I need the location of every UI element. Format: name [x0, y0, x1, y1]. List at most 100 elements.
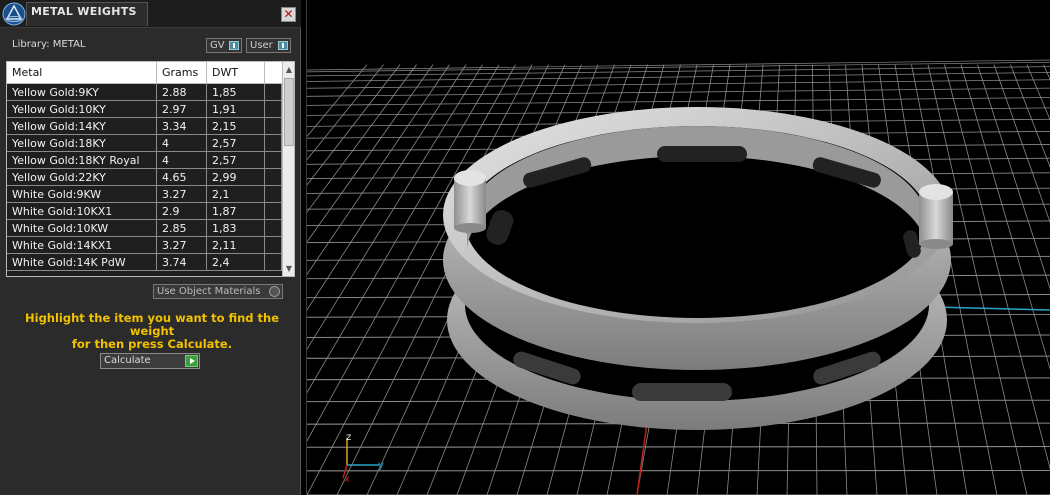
column-header-dwt[interactable]: DWT	[207, 62, 265, 84]
use-object-materials-radio-icon	[269, 286, 280, 297]
table-row[interactable]: White Gold:14K PdW 3.74 2,4	[7, 254, 282, 271]
cell-metal: Yellow Gold:10KY	[7, 101, 157, 117]
cell-dwt: 1,83	[207, 220, 265, 236]
scroll-thumb[interactable]	[284, 78, 294, 146]
cell-dwt: 1,87	[207, 203, 265, 219]
instruction-line-2: for then press Calculate.	[71, 337, 233, 351]
table-row[interactable]: Yellow Gold:18KY Royal 4 2,57	[7, 152, 282, 169]
table-row[interactable]: Yellow Gold:22KY 4.65 2,99	[7, 169, 282, 186]
gizmo-x-label: x	[344, 474, 350, 485]
gv-toggle[interactable]: GV	[206, 38, 242, 53]
grid-line	[307, 61, 1050, 73]
cell-filler	[265, 118, 282, 134]
grid-line	[1043, 64, 1050, 81]
table-row[interactable]: Yellow Gold:9KY 2.88 1,85	[7, 84, 282, 101]
grid-line	[307, 64, 434, 243]
cell-filler	[265, 169, 282, 185]
cell-dwt: 2,1	[207, 186, 265, 202]
scroll-down-arrow-icon[interactable]: ▼	[283, 262, 294, 275]
cell-metal: White Gold:14K PdW	[7, 254, 157, 270]
play-arrow-icon	[185, 355, 198, 367]
table-row[interactable]: White Gold:9KW 3.27 2,1	[7, 186, 282, 203]
grid-line	[944, 64, 1050, 470]
grid-line	[307, 64, 401, 186]
cell-grams: 2.85	[157, 220, 207, 236]
grid-line	[307, 64, 467, 311]
cell-grams: 2.88	[157, 84, 207, 100]
table-row[interactable]: White Gold:10KX1 2.9 1,87	[7, 203, 282, 220]
table-row[interactable]: Yellow Gold:18KY 4 2,57	[7, 135, 282, 152]
cell-grams: 4	[157, 152, 207, 168]
cell-grams: 2.9	[157, 203, 207, 219]
grid-line	[307, 59, 1050, 71]
grid-line	[307, 97, 1050, 106]
cell-filler	[265, 84, 282, 100]
ring-pin-left	[454, 170, 486, 233]
column-header-metal[interactable]: Metal	[7, 62, 157, 84]
cell-metal: Yellow Gold:14KY	[7, 118, 157, 134]
cell-grams: 3.74	[157, 254, 207, 270]
cell-grams: 3.27	[157, 237, 207, 253]
column-header-grams[interactable]: Grams	[157, 62, 207, 84]
column-header-filler	[265, 62, 282, 84]
cell-dwt: 2,11	[207, 237, 265, 253]
table-row-partial[interactable]	[7, 271, 282, 276]
user-toggle[interactable]: User	[246, 38, 291, 53]
cell-metal: White Gold:10KX1	[7, 203, 157, 219]
grid-line	[307, 64, 368, 137]
table-body: Yellow Gold:9KY 2.88 1,85 Yellow Gold:10KY 2…	[7, 84, 282, 276]
cell-metal: White Gold:10KW	[7, 220, 157, 236]
scroll-up-arrow-icon[interactable]: ▲	[283, 63, 294, 76]
cell-filler	[265, 135, 282, 151]
cell-metal: Yellow Gold:9KY	[7, 84, 157, 100]
cell-grams: 3.27	[157, 186, 207, 202]
cell-metal: White Gold:14KX1	[7, 237, 157, 253]
cell-filler	[265, 237, 282, 253]
metal-weights-panel: METAL WEIGHTS ✕ Library: METAL GV User M…	[0, 0, 301, 495]
cell-grams: 4.65	[157, 169, 207, 185]
table-header: Metal Grams DWT	[7, 62, 282, 84]
metal-table: Metal Grams DWT Yellow Gold:9KY 2.88 1,85 Y…	[6, 61, 295, 277]
ring-model[interactable]	[443, 107, 953, 430]
grid-line	[960, 64, 1050, 371]
table-row[interactable]: Yellow Gold:10KY 2.97 1,91	[7, 101, 282, 118]
table-row[interactable]: White Gold:14KX1 3.27 2,11	[7, 237, 282, 254]
cell-grams: 3.34	[157, 118, 207, 134]
3d-viewport[interactable]: z y x	[306, 0, 1050, 495]
panel-title: METAL WEIGHTS	[26, 2, 148, 26]
close-button[interactable]: ✕	[281, 7, 296, 22]
calculate-button[interactable]: Calculate	[100, 353, 200, 369]
cell-grams: 2.97	[157, 101, 207, 117]
grid-line	[307, 445, 1050, 448]
table-scrollbar[interactable]: ▲ ▼	[282, 62, 294, 276]
cell-dwt: 2,4	[207, 254, 265, 270]
gizmo-z-label: z	[346, 432, 351, 443]
cell-filler	[265, 254, 282, 270]
cell-metal: Yellow Gold:18KY Royal	[7, 152, 157, 168]
panel-titlebar: METAL WEIGHTS ✕	[0, 0, 301, 28]
gv-toggle-icon	[229, 41, 239, 50]
gv-toggle-label: GV	[210, 40, 225, 51]
grid-line	[307, 64, 417, 213]
viewport-scene[interactable]: z y x	[307, 0, 1050, 495]
table-row[interactable]: White Gold:10KW 2.85 1,83	[7, 220, 282, 237]
grid-line	[993, 64, 1050, 224]
instruction-text: Highlight the item you want to find the …	[12, 312, 292, 351]
cell-metal: Yellow Gold:22KY	[7, 169, 157, 185]
cell-filler	[265, 203, 282, 219]
cell-filler	[265, 152, 282, 168]
grid-line	[1010, 64, 1050, 168]
axis-gizmo: z y x	[342, 432, 384, 485]
calculate-label: Calculate	[104, 355, 151, 366]
cell-filler	[265, 101, 282, 117]
table-row[interactable]: Yellow Gold:14KY 3.34 2,15	[7, 118, 282, 135]
cell-dwt: 2,57	[207, 135, 265, 151]
cell-metal: Yellow Gold:18KY	[7, 135, 157, 151]
library-label: Library: METAL	[12, 39, 86, 50]
grid-line	[1026, 64, 1050, 121]
use-object-materials-label: Use Object Materials	[157, 286, 261, 297]
cell-dwt: 2,15	[207, 118, 265, 134]
app-logo-icon	[2, 2, 26, 26]
use-object-materials-toggle[interactable]: Use Object Materials	[153, 284, 283, 299]
grid-line	[977, 64, 1050, 290]
